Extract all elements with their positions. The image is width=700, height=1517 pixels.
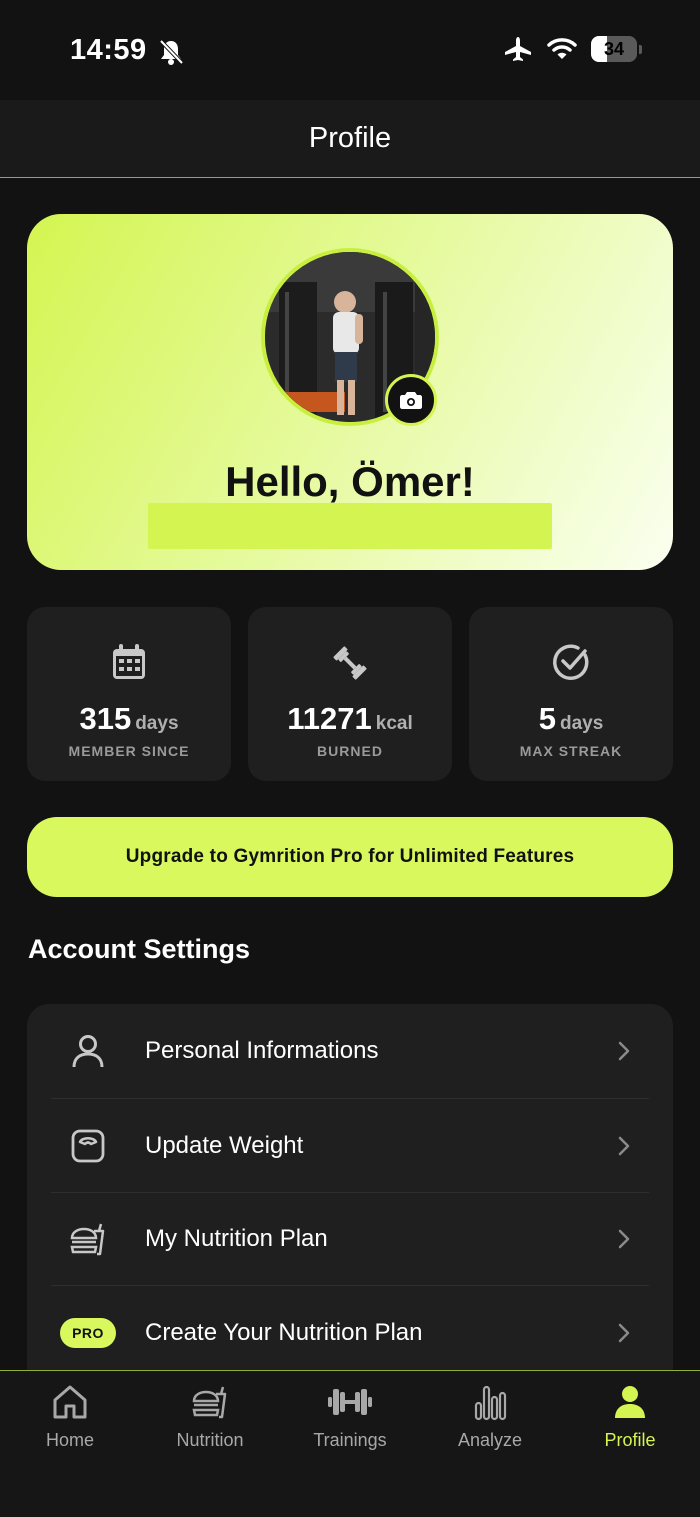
- setting-label: Create Your Nutrition Plan: [145, 1318, 423, 1346]
- account-settings-list: Personal Informations Update Weight My N…: [27, 1004, 673, 1424]
- airplane-icon: [505, 37, 531, 61]
- status-indicators: 34: [503, 36, 642, 62]
- setting-label: My Nutrition Plan: [145, 1224, 328, 1252]
- pro-badge: PRO: [60, 1317, 116, 1348]
- bottom-tab-bar: Home Nutrition Trainings Analyze Profile: [0, 1370, 700, 1517]
- tab-home[interactable]: Home: [0, 1371, 140, 1517]
- setting-personal-informations[interactable]: Personal Informations: [51, 1004, 649, 1097]
- battery-icon: 34: [591, 36, 637, 62]
- stat-label: MEMBER SINCE: [68, 743, 190, 759]
- tab-label: Home: [45, 1430, 94, 1450]
- tab-label: Trainings: [313, 1430, 387, 1450]
- section-title-account-settings: Account Settings: [28, 934, 251, 964]
- upgrade-label: Upgrade to Gymrition Pro for Unlimited F…: [125, 846, 575, 867]
- meal-plan-icon: [70, 1223, 105, 1255]
- setting-my-nutrition-plan[interactable]: My Nutrition Plan: [51, 1192, 649, 1285]
- tab-label: Profile: [604, 1430, 656, 1450]
- chevron-right-icon: [618, 1136, 630, 1155]
- stat-value: 5: [538, 701, 556, 736]
- greeting: Hello, Ömer!: [225, 458, 475, 505]
- tab-label: Analyze: [457, 1430, 523, 1450]
- change-photo-button[interactable]: [385, 374, 437, 426]
- status-bar: 14:59 34: [0, 0, 700, 100]
- camera-icon: [400, 392, 422, 409]
- chevron-right-icon: [618, 1323, 630, 1342]
- tab-trainings[interactable]: Trainings: [280, 1371, 420, 1517]
- bell-slash-icon: [159, 39, 184, 65]
- stat-unit: days: [135, 713, 179, 734]
- status-time: 14:59: [70, 34, 147, 66]
- battery-tip: [639, 44, 642, 54]
- profile-hero-card: Hello, Ömer!: [27, 214, 673, 570]
- upgrade-pro-button[interactable]: Upgrade to Gymrition Pro for Unlimited F…: [27, 817, 673, 897]
- stat-card-member-since: 315 days MEMBER SINCE: [27, 607, 231, 781]
- stat-card-max-streak: 5 days MAX STREAK: [469, 607, 673, 781]
- wifi-icon: [547, 38, 577, 59]
- setting-label: Personal Informations: [145, 1036, 379, 1064]
- stats-row: 315days MEMBER SINCE 11271kcal BURNED: [27, 607, 673, 781]
- nav-header: Profile: [0, 100, 700, 178]
- stat-unit: days: [559, 713, 604, 734]
- nutrition-icon: [192, 1386, 227, 1419]
- chevron-right-icon: [618, 1041, 630, 1060]
- dumbbell-icon: [333, 646, 367, 680]
- battery-percent: 34: [603, 38, 625, 59]
- stat-card-burned: 11271 kcal BURNED: [248, 607, 452, 781]
- stat-value: 315: [79, 701, 132, 736]
- stat-value: 11271: [287, 701, 372, 736]
- tab-label: Nutrition: [176, 1430, 244, 1450]
- calendar-icon: [113, 644, 145, 679]
- redacted-email-block: [148, 503, 552, 549]
- bar-chart-icon: [474, 1385, 507, 1421]
- tab-nutrition[interactable]: Nutrition: [140, 1371, 280, 1517]
- setting-update-weight[interactable]: Update Weight: [51, 1099, 649, 1192]
- person-icon: [72, 1034, 104, 1067]
- setting-label: Update Weight: [145, 1131, 304, 1159]
- tab-analyze[interactable]: Analyze: [420, 1371, 560, 1517]
- setting-create-nutrition-plan[interactable]: PRO Create Your Nutrition Plan: [51, 1286, 649, 1379]
- stat-label: BURNED: [317, 743, 383, 759]
- check-circle-icon: [553, 644, 589, 680]
- tab-profile[interactable]: Profile: [560, 1371, 700, 1517]
- chevron-right-icon: [618, 1229, 630, 1248]
- stat-label: MAX STREAK: [519, 743, 623, 759]
- stat-unit: kcal: [375, 713, 413, 734]
- page-title: Profile: [308, 122, 392, 154]
- home-icon: [53, 1385, 87, 1419]
- dumbbell-icon: [328, 1389, 372, 1415]
- scale-icon: [71, 1129, 105, 1162]
- person-icon: [615, 1386, 645, 1418]
